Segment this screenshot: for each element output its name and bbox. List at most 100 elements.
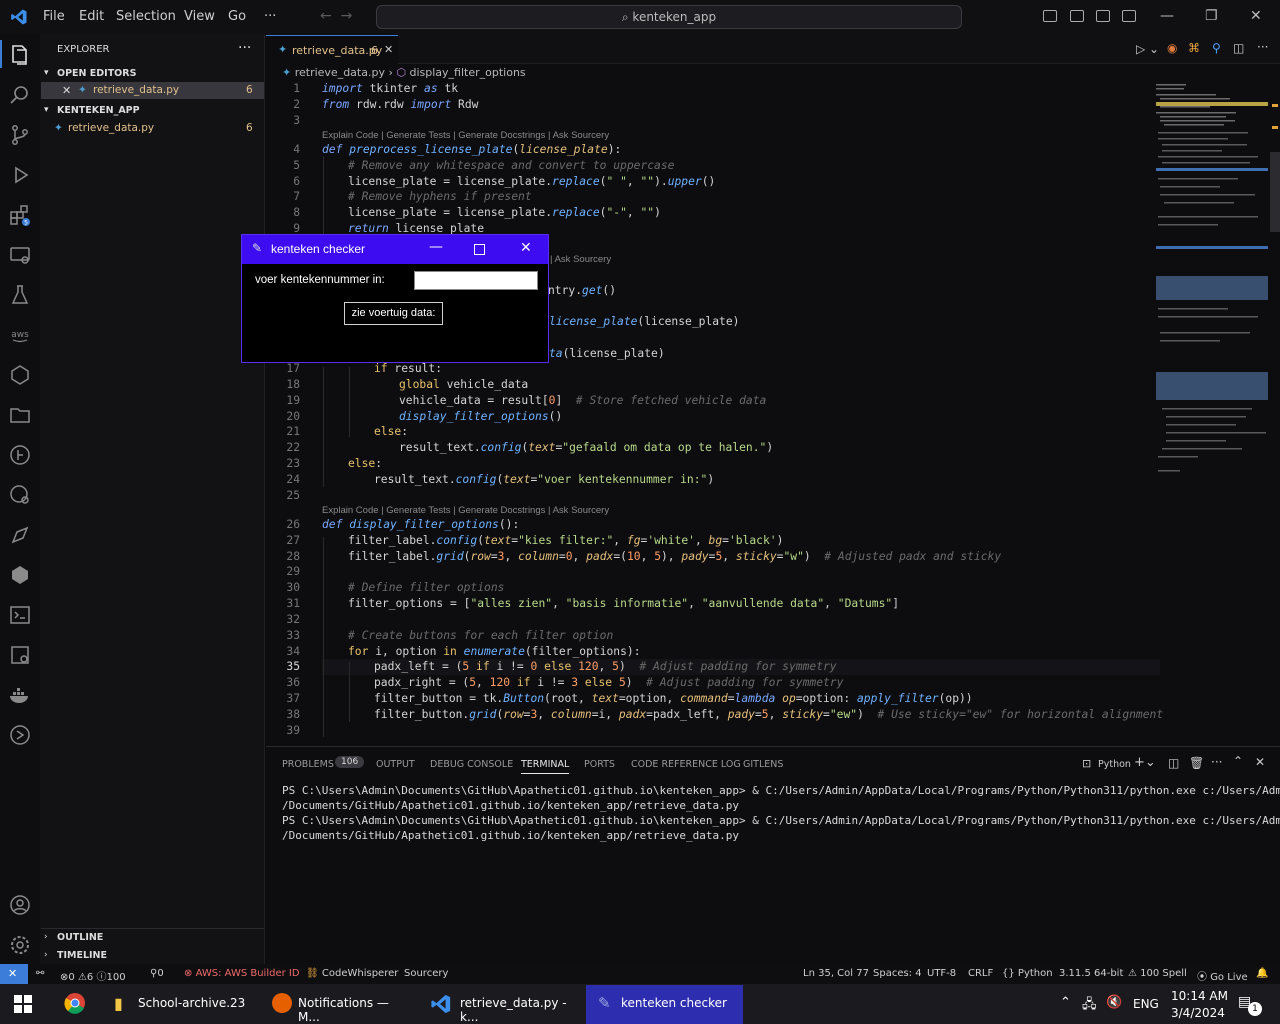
chrome-icon[interactable] [64, 992, 86, 1014]
windows-start-icon[interactable] [14, 995, 32, 1013]
tk-maximize-button[interactable] [474, 244, 485, 255]
gitlens-icon[interactable] [8, 443, 32, 467]
command-center-search[interactable]: ⌕ kenteken_app [376, 5, 962, 29]
menu-more[interactable]: ··· [264, 9, 276, 24]
toggle-primary-sidebar-icon[interactable] [1043, 10, 1057, 22]
nav-arrows[interactable]: ← → [320, 8, 352, 24]
tab-retrieve-data[interactable]: ✦ retrieve_data.py 6 ✕ [266, 35, 398, 64]
scrollbar-thumb[interactable] [1270, 152, 1280, 232]
toggle-panel-icon[interactable] [1070, 10, 1084, 22]
aws-q-icon[interactable]: ⌘ [1188, 41, 1200, 55]
chevron-down-icon[interactable]: ▾ [44, 68, 49, 78]
terminal-shell-icon[interactable]: ⊡ [1082, 757, 1091, 770]
extensions-icon[interactable]: 5 [8, 203, 32, 227]
tab-output[interactable]: OUTPUT [376, 759, 415, 770]
input-language[interactable]: ENG [1133, 997, 1159, 1011]
tk-plate-input[interactable] [414, 271, 538, 290]
chevron-right-icon[interactable]: › [44, 932, 48, 942]
codelens-actions[interactable]: Explain Code | Generate Tests | Generate… [322, 130, 609, 141]
remote-indicator[interactable]: ✕ [0, 964, 28, 984]
testing-flask-icon[interactable] [8, 283, 32, 307]
sourcery-chat-icon[interactable] [8, 523, 32, 547]
tk-close-button[interactable]: ✕ [520, 240, 532, 256]
taskbar-item-firefox[interactable]: Notifications — M... [264, 985, 412, 1024]
folder-icon[interactable] [8, 403, 32, 427]
sourcery-status[interactable]: Sourcery [404, 968, 448, 979]
ports-status[interactable]: ⚲0 [150, 968, 164, 979]
live-share-icon[interactable] [8, 723, 32, 747]
run-python-icon[interactable]: ▷ ⌄ [1136, 42, 1159, 56]
split-terminal-icon[interactable]: ◫ [1168, 756, 1179, 770]
codewhisperer-status[interactable]: ⛓ CodeWhisperer [306, 968, 398, 979]
explorer-more-icon[interactable]: ··· [238, 40, 251, 56]
sourcery-icon[interactable] [8, 363, 32, 387]
sourcery-review-icon[interactable]: ◉ [1167, 41, 1177, 55]
tab-debug-console[interactable]: DEBUG CONSOLE [430, 759, 513, 770]
aws-status[interactable]: ⊗ AWS: AWS Builder ID [184, 968, 300, 979]
tab-terminal[interactable]: TERMINAL [521, 759, 570, 774]
chevron-down-icon[interactable]: ▾ [44, 105, 49, 115]
edit-brush-icon[interactable]: ⚲ [1212, 41, 1221, 55]
terminal-icon[interactable] [8, 603, 32, 627]
tab-gitlens[interactable]: GITLENS [743, 759, 783, 770]
branch-icon[interactable]: ⚯ [36, 968, 44, 979]
language-mode[interactable]: {} Python [1002, 968, 1053, 979]
network-icon[interactable]: 🖧 [1082, 995, 1097, 1017]
toggle-secondary-sidebar-icon[interactable] [1096, 10, 1110, 22]
tab-problems[interactable]: PROBLEMS [282, 759, 334, 770]
breadcrumb-symbol[interactable]: display_filter_options [410, 66, 526, 79]
python-interpreter[interactable]: 3.11.5 64-bit [1059, 968, 1123, 979]
aws-icon[interactable]: aws [8, 323, 32, 347]
close-tab-icon[interactable]: ✕ [384, 43, 393, 56]
trash-icon[interactable]: 🗑 [1189, 756, 1204, 770]
code-editor[interactable]: 1 2 3 4 5 6 7 8 9 17 18 19 20 21 22 23 2… [266, 82, 1163, 742]
maximize-panel-icon[interactable]: ⌃ [1233, 754, 1243, 768]
menu-edit[interactable]: Edit [79, 9, 104, 24]
chevron-right-icon[interactable]: › [44, 950, 48, 960]
encoding[interactable]: UTF-8 [927, 968, 956, 979]
timeline-header[interactable]: TIMELINE [57, 950, 107, 961]
taskbar-item-file-explorer[interactable]: ▮ School-archive.23 [104, 985, 252, 1023]
notifications-bell-icon[interactable]: 🔔 [1256, 968, 1268, 979]
panel-more-icon[interactable]: ··· [1211, 755, 1222, 769]
volume-muted-icon[interactable]: 🔇 [1106, 995, 1122, 1010]
editor-scrollbar[interactable] [1270, 82, 1280, 742]
notification-center-button[interactable]: ▤ 1 [1238, 994, 1262, 1016]
explorer-icon[interactable] [8, 43, 32, 67]
chevron-up-icon[interactable]: ⌃ [1060, 995, 1071, 1010]
codelens-actions[interactable]: Explain Code | Generate Tests | Generate… [322, 505, 609, 516]
restore-button[interactable]: ❐ [1205, 8, 1218, 24]
clock-time[interactable]: 10:14 AM [1171, 989, 1228, 1003]
code-reference-icon[interactable] [8, 643, 32, 667]
menu-go[interactable]: Go [228, 9, 246, 24]
codelens-fragment[interactable]: | Ask Sourcery [550, 254, 611, 265]
menu-selection[interactable]: Selection [116, 9, 176, 24]
editor-more-icon[interactable]: ··· [1257, 40, 1268, 54]
menu-view[interactable]: View [184, 9, 215, 24]
accounts-icon[interactable] [8, 893, 32, 917]
split-editor-icon[interactable]: ◫ [1233, 41, 1244, 55]
run-debug-icon[interactable] [8, 163, 32, 187]
tab-code-reference-log[interactable]: CODE REFERENCE LOG [631, 759, 741, 770]
taskbar-item-vscode[interactable]: retrieve_data.py - k... [424, 985, 579, 1024]
terminal-shell-label[interactable]: Python [1098, 759, 1131, 770]
close-editor-icon[interactable]: ✕ [62, 84, 71, 97]
search-icon[interactable] [8, 83, 32, 107]
source-control-icon[interactable] [8, 123, 32, 147]
indentation[interactable]: Spaces: 4 [873, 968, 922, 979]
spell-status[interactable]: ⚠ 100 Spell [1128, 968, 1187, 979]
cursor-position[interactable]: Ln 35, Col 77 [803, 968, 869, 979]
manage-gear-icon[interactable] [8, 933, 32, 957]
customize-layout-icon[interactable] [1122, 10, 1136, 22]
tab-ports[interactable]: PORTS [584, 759, 615, 770]
new-terminal-icon[interactable]: +⌄ [1134, 755, 1156, 770]
tk-show-vehicle-data-button[interactable]: zie voertuig data: [344, 302, 443, 325]
taskbar-item-tk-app[interactable]: ✎ kenteken checker [586, 985, 743, 1024]
open-editors-header[interactable]: OPEN EDITORS [57, 68, 136, 79]
outline-header[interactable]: OUTLINE [57, 932, 103, 943]
close-panel-icon[interactable]: ✕ [1255, 755, 1265, 769]
problems-status[interactable]: ⊗0 ⚠6 ⓘ100 [60, 968, 126, 983]
hexagon-icon[interactable] [8, 563, 32, 587]
line-ending[interactable]: CRLF [968, 968, 993, 979]
minimize-button[interactable]: — [1160, 8, 1174, 24]
